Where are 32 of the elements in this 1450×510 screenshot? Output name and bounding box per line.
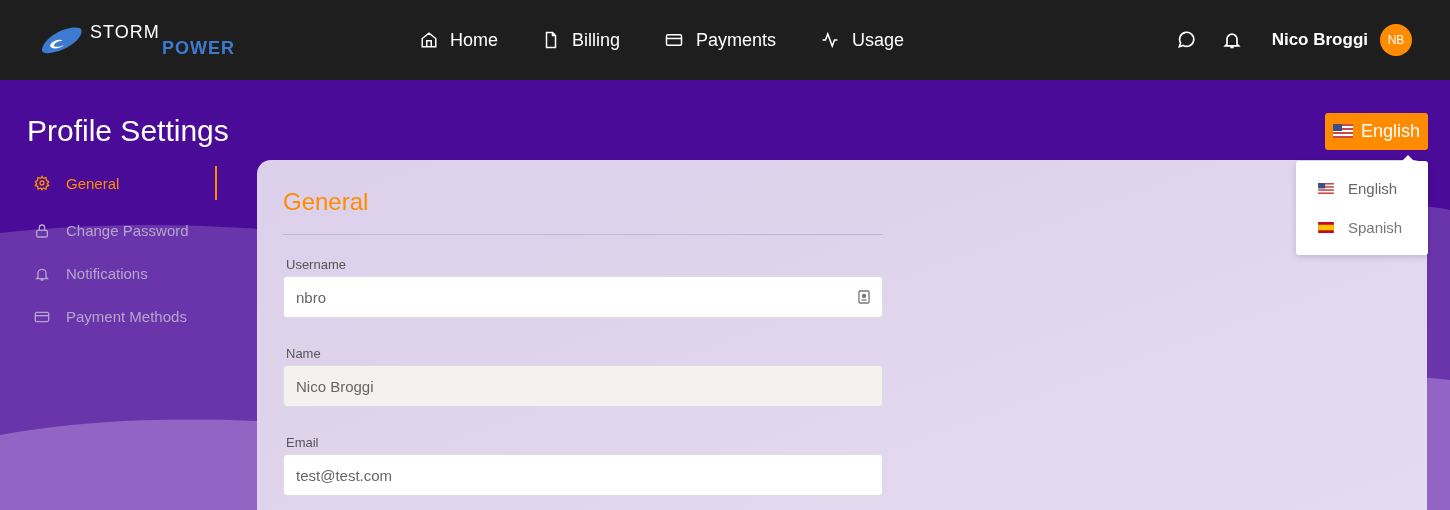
language-option[interactable]: English	[1296, 168, 1428, 208]
home-icon	[420, 31, 438, 49]
sidebar-item[interactable]: Change Password	[34, 209, 217, 252]
settings-icon	[34, 175, 50, 191]
flag-icon	[1318, 182, 1334, 194]
language-option[interactable]: Spanish	[1296, 207, 1428, 247]
contact-card-icon	[858, 290, 870, 304]
lock-icon	[34, 222, 50, 239]
page-title: Profile Settings	[27, 114, 229, 148]
input-field[interactable]: test@test.com	[283, 454, 883, 496]
nav-link[interactable]: Billing	[542, 29, 621, 51]
nav-link[interactable]: Payments	[664, 29, 777, 51]
logo-wordmark: POWER	[162, 40, 235, 56]
sidebar-item[interactable]: General	[34, 166, 217, 200]
user-name[interactable]: Nico Broggi	[1271, 30, 1368, 50]
field-label: Email	[286, 435, 320, 450]
sidebar-item[interactable]: Payment Methods	[34, 295, 217, 338]
activity-icon	[820, 31, 841, 49]
logo-wordmark: STORM	[90, 24, 161, 40]
input-field[interactable]: nbro	[283, 276, 883, 318]
bell-icon[interactable]	[1221, 30, 1242, 50]
sidebar-item[interactable]: Notifications	[34, 252, 217, 295]
chat-icon[interactable]	[1175, 30, 1196, 50]
section-title: General	[283, 188, 883, 235]
credit-card-icon	[664, 31, 685, 49]
flag-icon	[1332, 124, 1353, 138]
nav-link[interactable]: Usage	[820, 29, 905, 51]
nav-link[interactable]: Home	[420, 29, 498, 51]
flag-icon	[1318, 221, 1334, 233]
field-label: Name	[286, 346, 322, 361]
swirl-logo-icon	[40, 25, 84, 55]
field-label: Username	[286, 257, 347, 272]
